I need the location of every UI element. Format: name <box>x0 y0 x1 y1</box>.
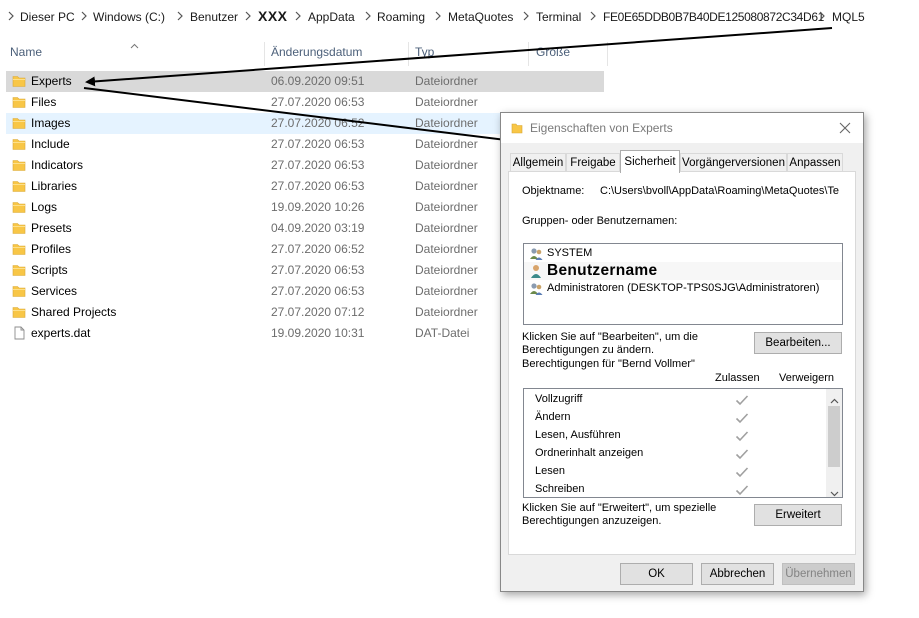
allow-check-icon <box>735 430 749 442</box>
user-group-icon <box>529 282 543 296</box>
allow-check-icon <box>735 466 749 478</box>
user-group-icon <box>529 247 543 261</box>
list-item[interactable]: Benutzername <box>524 262 842 280</box>
close-icon[interactable] <box>837 120 853 136</box>
allow-column-header: Zulassen <box>715 372 760 384</box>
groups-label: Gruppen- oder Benutzernamen: <box>522 215 678 227</box>
permission-label: Vollzugriff <box>535 393 583 405</box>
list-item[interactable]: Administratoren (DESKTOP-TPS0SJG\Adminis… <box>524 280 842 297</box>
principal-name: Administratoren (DESKTOP-TPS0SJG\Adminis… <box>547 282 820 294</box>
arrow-mql5-to-experts <box>85 27 833 87</box>
object-name-label: Objektname: <box>522 185 585 197</box>
chevron-up-icon[interactable] <box>830 393 839 407</box>
cancel-button[interactable]: Abbrechen <box>701 563 774 585</box>
permissions-list: Vollzugriff Ändern Lesen, Ausführen Ordneri… <box>523 388 843 498</box>
allow-check-icon <box>735 412 749 424</box>
scrollbar-thumb[interactable] <box>828 406 840 467</box>
advanced-button[interactable]: Erweitert <box>754 504 842 526</box>
permission-label: Schreiben <box>535 483 585 495</box>
permission-label: Lesen, Ausführen <box>535 429 621 441</box>
properties-dialog: Eigenschaften von Experts Allgemein Frei… <box>500 112 864 592</box>
principal-name: SYSTEM <box>547 247 593 259</box>
permission-label: Lesen <box>535 465 565 477</box>
chevron-down-icon[interactable] <box>830 486 839 497</box>
tab-general[interactable]: Allgemein <box>510 153 566 172</box>
edit-hint-line-1: Klicken Sie auf "Bearbeiten", um die <box>522 331 698 343</box>
edit-button[interactable]: Bearbeiten... <box>754 332 842 354</box>
advanced-hint-line-1: Klicken Sie auf "Erweitert", um speziell… <box>522 502 717 514</box>
allow-check-icon <box>735 484 749 496</box>
permissions-scrollbar[interactable] <box>826 389 842 497</box>
folder-icon <box>511 122 523 134</box>
object-name-value: C:\Users\bvoll\AppData\Roaming\MetaQuote… <box>600 185 840 197</box>
edit-hint-line-2: Berechtigungen zu ändern. <box>522 344 655 356</box>
tab-previous-versions[interactable]: Vorgängerversionen <box>680 153 787 172</box>
dialog-title: Eigenschaften von Experts <box>530 121 673 135</box>
deny-column-header: Verweigern <box>779 372 835 384</box>
principals-list: SYSTEM Benutzername Administratoren (DES… <box>523 243 843 325</box>
list-item[interactable]: SYSTEM <box>524 245 842 262</box>
security-tab-panel: Objektname: C:\Users\bvoll\AppData\Roami… <box>508 171 856 555</box>
permissions-for-label: Berechtigungen für "Bernd Vollmer" <box>522 358 695 370</box>
dialog-titlebar[interactable]: Eigenschaften von Experts <box>501 113 863 143</box>
permission-label: Ordnerinhalt anzeigen <box>535 447 644 459</box>
tab-sharing[interactable]: Freigabe <box>566 153 620 172</box>
tab-customize[interactable]: Anpassen <box>787 153 843 172</box>
ok-button[interactable]: OK <box>620 563 693 585</box>
advanced-hint-line-2: Berechtigungen anzuzeigen. <box>522 515 662 527</box>
apply-button[interactable]: Übernehmen <box>782 563 855 585</box>
allow-check-icon <box>735 394 749 406</box>
tab-security[interactable]: Sicherheit <box>620 150 680 173</box>
user-icon <box>529 264 543 278</box>
permission-label: Ändern <box>535 411 571 423</box>
allow-check-icon <box>735 448 749 460</box>
principal-name: Benutzername <box>547 262 658 279</box>
